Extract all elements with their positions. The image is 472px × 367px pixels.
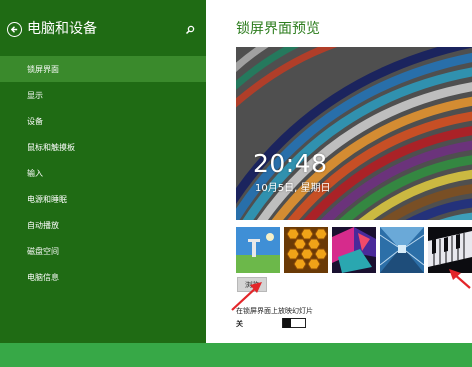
sidebar-item-label: 电脑信息 — [27, 272, 59, 282]
sidebar-item-devices[interactable]: 设备 — [0, 108, 206, 134]
page-title: 锁屏界面预览 — [236, 21, 320, 37]
preview-wallpaper — [236, 47, 472, 220]
search-icon[interactable] — [185, 25, 195, 35]
lock-screen-date: 10月5日, 星期日 — [255, 183, 331, 194]
sidebar-item-label: 锁屏界面 — [27, 64, 59, 74]
thumbnail-landscape[interactable] — [236, 227, 280, 273]
back-arrow-icon — [10, 26, 18, 33]
sidebar-item-lock-screen[interactable]: 锁屏界面 — [0, 56, 206, 82]
wallpaper-thumbnails — [236, 227, 472, 273]
bottom-bar — [0, 343, 472, 367]
toggle-state-label: 关 — [236, 320, 243, 328]
sidebar-item-label: 磁盘空间 — [27, 246, 59, 256]
thumbnail-honeycomb[interactable] — [284, 227, 328, 273]
sidebar-item-label: 显示 — [27, 90, 43, 100]
lock-screen-preview: 20:48 10月5日, 星期日 — [236, 47, 472, 220]
back-button[interactable] — [7, 22, 22, 37]
settings-sidebar: 电脑和设备 锁屏界面 显示 设备 鼠标和触摸板 输入 电源和睡眠 自动播放 磁盘… — [0, 0, 206, 343]
sidebar-item-autoplay[interactable]: 自动播放 — [0, 212, 206, 238]
sidebar-item-label: 电源和睡眠 — [27, 194, 67, 204]
toggle-knob — [283, 318, 291, 328]
annotation-arrow-browse — [231, 282, 262, 311]
sidebar-item-typing[interactable]: 输入 — [0, 160, 206, 186]
sidebar-title: 电脑和设备 — [27, 21, 97, 37]
slideshow-toggle[interactable] — [282, 318, 306, 328]
thumbnail-tunnel[interactable] — [380, 227, 424, 273]
sidebar-item-display[interactable]: 显示 — [0, 82, 206, 108]
lock-screen-time: 20:48 — [253, 149, 328, 178]
sidebar-item-label: 自动播放 — [27, 220, 59, 230]
settings-nav: 锁屏界面 显示 设备 鼠标和触摸板 输入 电源和睡眠 自动播放 磁盘空间 电脑信… — [0, 56, 206, 290]
sidebar-item-mouse-touchpad[interactable]: 鼠标和触摸板 — [0, 134, 206, 160]
sidebar-item-label: 鼠标和触摸板 — [27, 142, 75, 152]
sidebar-item-power-sleep[interactable]: 电源和睡眠 — [0, 186, 206, 212]
sidebar-item-pc-info[interactable]: 电脑信息 — [0, 264, 206, 290]
sidebar-item-disk-space[interactable]: 磁盘空间 — [0, 238, 206, 264]
sidebar-item-label: 设备 — [27, 116, 43, 126]
thumbnail-geometric[interactable] — [332, 227, 376, 273]
sidebar-item-label: 输入 — [27, 168, 43, 178]
annotation-arrow-thumbnail — [449, 269, 471, 289]
